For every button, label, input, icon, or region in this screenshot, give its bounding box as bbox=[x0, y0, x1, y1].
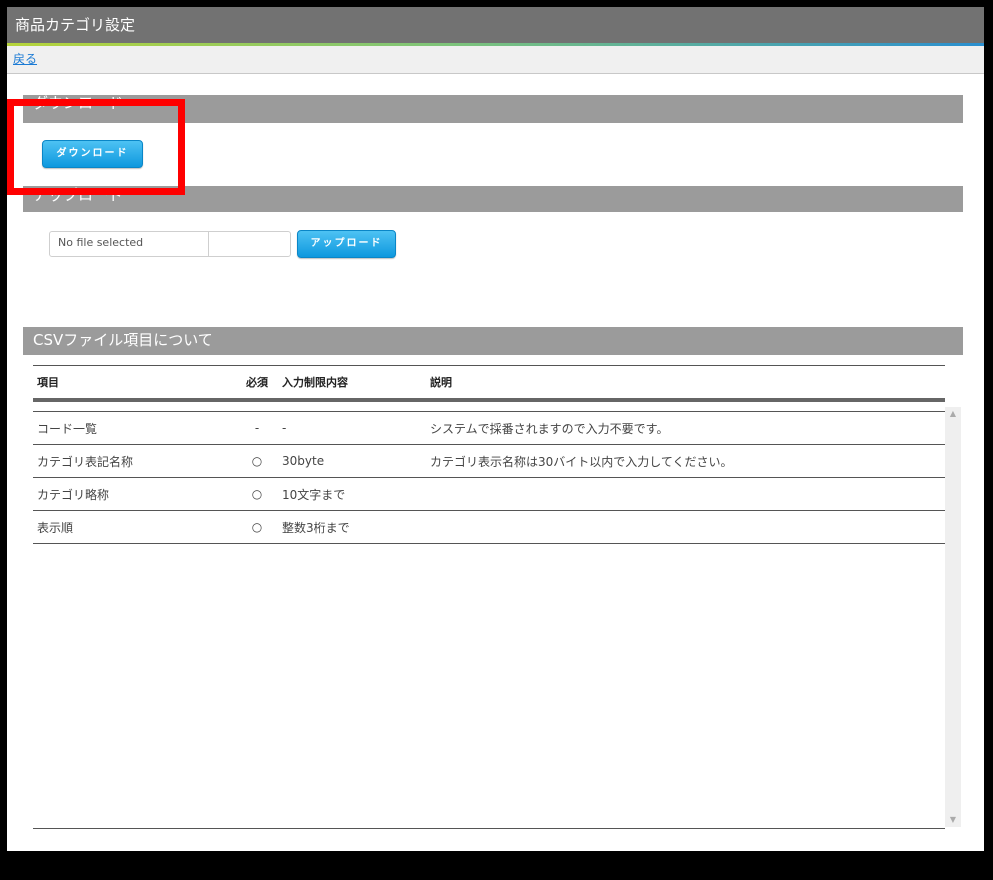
back-link[interactable]: 戻る bbox=[13, 52, 37, 66]
cell-item: カテゴリ表記名称 bbox=[37, 454, 134, 469]
cell-required: ○ bbox=[251, 520, 263, 534]
table-bottom-divider bbox=[33, 828, 945, 829]
cell-required: ○ bbox=[251, 454, 263, 468]
cell-restriction: 10文字まで bbox=[282, 487, 346, 502]
table-spacer bbox=[33, 402, 945, 412]
cell-item: カテゴリ略称 bbox=[37, 487, 110, 502]
app-window: 商品カテゴリ設定 戻る ダウンロード ダウンロード アップロード No file… bbox=[7, 7, 984, 851]
triangle-down-icon[interactable]: ▼ bbox=[945, 813, 961, 827]
table-row: コード一覧 - - システムで採番されますので入力不要です。 bbox=[33, 412, 945, 445]
column-header-item: 項目 bbox=[37, 376, 59, 389]
page-title: 商品カテゴリ設定 bbox=[7, 7, 984, 43]
column-header-restriction: 入力制限内容 bbox=[282, 376, 348, 389]
cell-description: カテゴリ表示名称は30バイト以内で入力してください。 bbox=[430, 454, 733, 469]
table-header-row: 項目 必須 入力制限内容 説明 bbox=[33, 365, 945, 402]
cell-restriction: - bbox=[282, 421, 287, 435]
column-header-required: 必須 bbox=[246, 376, 268, 389]
cell-description: システムで採番されますので入力不要です。 bbox=[430, 421, 669, 436]
table-row: カテゴリ表記名称 ○ 30byte カテゴリ表示名称は30バイト以内で入力してく… bbox=[33, 445, 945, 478]
cell-item: 表示順 bbox=[37, 520, 74, 535]
download-section-header: ダウンロード bbox=[23, 95, 963, 123]
triangle-up-icon[interactable]: ▲ bbox=[945, 407, 961, 421]
column-header-description: 説明 bbox=[430, 376, 452, 389]
upload-button[interactable]: アップロード bbox=[297, 230, 396, 258]
table-row: 表示順 ○ 整数3桁まで bbox=[33, 511, 945, 544]
file-input[interactable]: No file selected bbox=[49, 231, 291, 257]
nav-bar: 戻る bbox=[7, 46, 984, 74]
cell-restriction: 整数3桁まで bbox=[282, 520, 350, 535]
table-row: カテゴリ略称 ○ 10文字まで bbox=[33, 478, 945, 511]
csv-fields-table: 項目 必須 入力制限内容 説明 コード一覧 - - システムで採番されますので入… bbox=[33, 365, 945, 544]
cell-restriction: 30byte bbox=[282, 454, 325, 468]
cell-item: コード一覧 bbox=[37, 421, 98, 436]
cell-required: ○ bbox=[251, 487, 263, 501]
table-scrollbar[interactable]: ▲ ▼ bbox=[945, 407, 961, 827]
file-status: No file selected bbox=[50, 232, 209, 256]
cell-required: - bbox=[254, 421, 260, 435]
upload-section-header: アップロード bbox=[23, 186, 963, 212]
download-button[interactable]: ダウンロード bbox=[42, 140, 143, 168]
csv-section-header: CSVファイル項目について bbox=[23, 327, 963, 355]
